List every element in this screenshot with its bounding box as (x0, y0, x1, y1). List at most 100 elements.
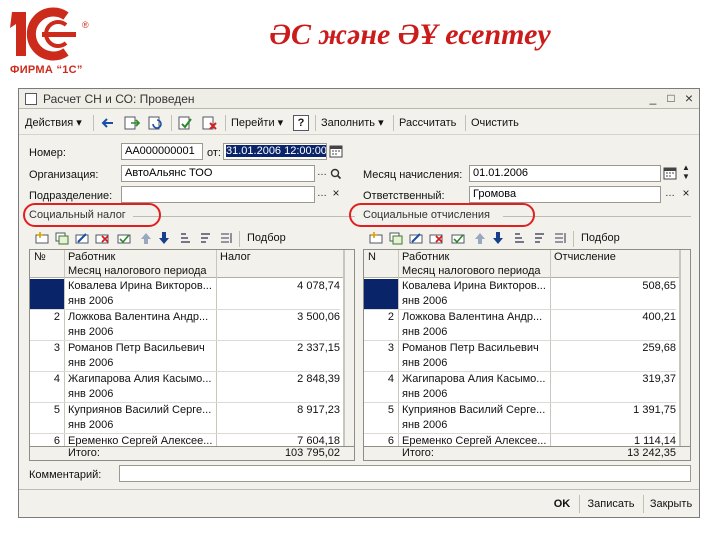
save-button[interactable]: Записать (581, 495, 641, 513)
calculate-button[interactable]: Рассчитать (399, 115, 456, 131)
sort-ascending-icon[interactable] (513, 231, 527, 245)
accrual-month-field[interactable]: 01.01.2006 (469, 165, 661, 182)
toolbar-separator (171, 115, 172, 131)
close-button[interactable]: Закрыть (645, 495, 697, 513)
delete-row-icon[interactable] (429, 231, 443, 245)
number-field[interactable]: АА000000001 (121, 143, 203, 160)
social-contributions-scrollbar[interactable] (680, 250, 690, 446)
total-contribution-value: 13 242,35 (627, 447, 676, 459)
copy-row-icon[interactable] (55, 231, 69, 245)
clear-x-icon[interactable]: × (679, 186, 693, 203)
highlight-oval (349, 203, 535, 227)
tax-period: янв 2006 (68, 295, 114, 307)
row-number: 3 (53, 342, 60, 354)
actions-menu[interactable]: Действия ▾ (25, 115, 82, 131)
copy-row-icon[interactable] (389, 231, 403, 245)
ok-button[interactable]: OK (547, 495, 577, 513)
section-divider (133, 216, 355, 217)
amount-value: 259,68 (642, 342, 676, 354)
organization-field[interactable]: АвтоАльянс ТОО (121, 165, 315, 182)
department-label: Подразделение: (29, 190, 113, 202)
sort-ascending-icon[interactable] (179, 231, 193, 245)
refresh-document-icon[interactable] (147, 114, 165, 132)
pick-button[interactable]: Подбор (247, 232, 286, 244)
sort-list-icon[interactable] (219, 231, 233, 245)
responsible-select-button[interactable]: … (663, 186, 677, 203)
organization-select-button[interactable]: … (315, 165, 329, 182)
row-divider (364, 309, 676, 310)
slide-title: ӘС және ӘҰ есептеу (269, 18, 551, 51)
end-edit-icon[interactable] (117, 231, 131, 245)
worker-name: Куприянов Василий Серге... (402, 404, 546, 416)
amount-value: 2 337,15 (297, 342, 340, 354)
column-header-worker: Работник (68, 251, 116, 263)
search-icon[interactable] (329, 165, 343, 182)
move-up-icon[interactable] (139, 231, 153, 245)
row-divider (30, 402, 340, 403)
toolbar-separator (573, 231, 574, 247)
footer-divider (19, 489, 699, 490)
edit-row-icon[interactable] (75, 231, 89, 245)
sort-list-icon[interactable] (553, 231, 567, 245)
tax-period: янв 2006 (402, 388, 448, 400)
back-arrow-icon[interactable] (99, 114, 117, 132)
highlight-oval (23, 203, 161, 227)
move-down-icon[interactable] (491, 231, 505, 245)
comment-field[interactable] (119, 465, 691, 482)
column-header-contribution: Отчисление (554, 251, 616, 263)
help-icon[interactable]: ? (293, 115, 309, 131)
column-divider (550, 250, 551, 460)
amount-value: 4 078,74 (297, 280, 340, 292)
unpost-document-icon[interactable] (201, 114, 219, 132)
end-edit-icon[interactable] (451, 231, 465, 245)
clear-x-icon[interactable]: × (329, 186, 343, 203)
column-header-period: Месяц налогового периода (402, 265, 541, 277)
worker-name: Ковалева Ирина Викторов... (68, 280, 212, 292)
toolbar-separator (239, 231, 240, 247)
department-select-button[interactable]: … (315, 186, 329, 203)
social-tax-scrollbar[interactable] (344, 250, 354, 446)
calendar-icon[interactable] (663, 165, 677, 182)
responsible-field[interactable]: Громова (469, 186, 661, 203)
row-divider (364, 371, 676, 372)
sort-descending-icon[interactable] (199, 231, 213, 245)
close-window-button[interactable]: × (681, 91, 697, 106)
post-document-icon[interactable] (177, 114, 195, 132)
move-up-icon[interactable] (473, 231, 487, 245)
row-divider (364, 340, 676, 341)
delete-row-icon[interactable] (95, 231, 109, 245)
fill-menu[interactable]: Заполнить ▾ (321, 115, 384, 131)
department-field[interactable] (121, 186, 315, 203)
go-menu[interactable]: Перейти ▾ (231, 115, 283, 131)
social-contributions-table[interactable]: N Работник Месяц налогового периода Отчи… (363, 249, 691, 461)
spin-down-icon[interactable]: ▼ (679, 172, 693, 181)
column-header-tax: Налог (220, 251, 251, 263)
date-field[interactable]: 31.01.2006 12:00:00 (223, 143, 327, 160)
move-down-icon[interactable] (157, 231, 171, 245)
table-footer: Итого: 103 795,02 (30, 446, 354, 460)
social-tax-grid-toolbar: Подбор (29, 229, 355, 249)
document-window: Расчет СН и СО: Проведен _ □ × Действия … (18, 88, 700, 518)
row-number: 2 (387, 311, 394, 323)
table-footer: Итого: 13 242,35 (364, 446, 690, 460)
column-header-number: № (34, 251, 46, 263)
edit-row-icon[interactable] (409, 231, 423, 245)
social-tax-table[interactable]: № Работник Месяц налогового периода Нало… (29, 249, 355, 461)
minimize-button[interactable]: _ (645, 91, 661, 106)
add-row-icon[interactable] (35, 231, 49, 245)
row-number: 5 (53, 404, 60, 416)
move-document-icon[interactable] (123, 114, 141, 132)
amount-value: 2 848,39 (297, 373, 340, 385)
number-label: Номер: (29, 147, 66, 159)
company-logo: ® ФИРМА “1С” (4, 4, 110, 86)
maximize-button[interactable]: □ (663, 91, 679, 106)
calendar-icon[interactable] (329, 143, 343, 160)
spin-up-icon[interactable]: ▲ (679, 163, 693, 172)
worker-name: Ложкова Валентина Андр... (68, 311, 209, 323)
sort-descending-icon[interactable] (533, 231, 547, 245)
row-divider (364, 402, 676, 403)
pick-button[interactable]: Подбор (581, 232, 620, 244)
add-row-icon[interactable] (369, 231, 383, 245)
organization-label: Организация: (29, 169, 99, 181)
clear-button[interactable]: Очистить (471, 115, 519, 131)
